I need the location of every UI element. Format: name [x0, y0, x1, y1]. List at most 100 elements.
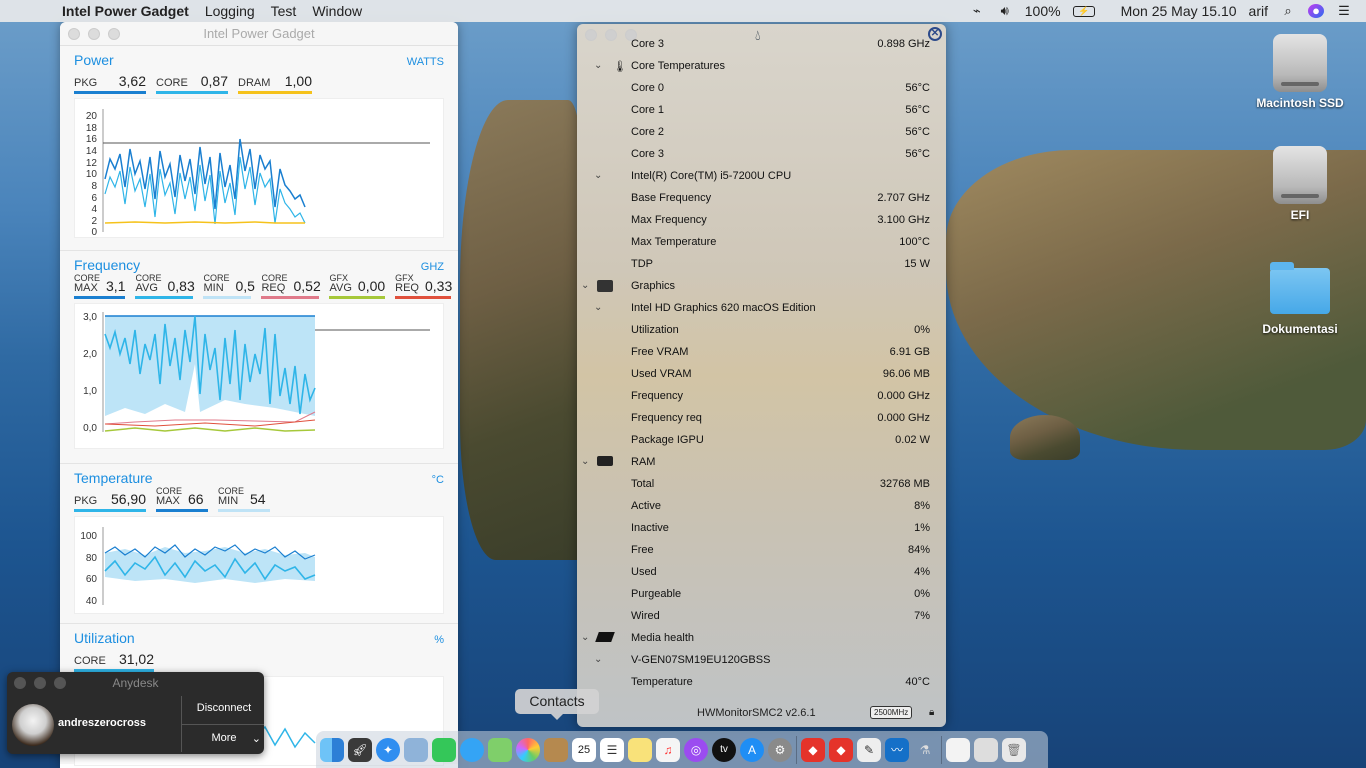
- notification-center-icon[interactable]: ☰: [1336, 4, 1352, 18]
- sensor-subgroup-row[interactable]: ⌄ Intel(R) Core(TM) i5-7200U CPU: [577, 166, 946, 188]
- facetime-icon[interactable]: [432, 737, 456, 762]
- finder-icon[interactable]: [320, 737, 344, 762]
- y-tick: 14: [86, 146, 98, 157]
- sensor-row[interactable]: Frequency req 0.000 GHz: [577, 408, 946, 430]
- clock[interactable]: Mon 25 May 15.10: [1121, 3, 1237, 19]
- minimize-button[interactable]: [88, 28, 100, 40]
- y-tick: 2: [91, 216, 97, 227]
- sensor-row[interactable]: Core 0 56°C: [577, 78, 946, 100]
- sensor-top-row[interactable]: ⌄ RAM: [577, 452, 946, 474]
- close-button[interactable]: [14, 677, 26, 689]
- sensor-row[interactable]: Active 8%: [577, 496, 946, 518]
- metric-label-bottom: MIN: [218, 495, 239, 507]
- disk-icon: [595, 632, 615, 642]
- more-button[interactable]: More ⌄: [187, 732, 261, 745]
- sensor-row[interactable]: Core 3 0.898 GHz: [577, 34, 946, 56]
- activity-monitor-icon[interactable]: ⌁: [969, 4, 985, 18]
- desktop-icon-dokumentasi[interactable]: Dokumentasi: [1250, 262, 1350, 336]
- trash-icon[interactable]: 🗑︎: [1002, 737, 1026, 762]
- battery-percent[interactable]: 100%: [1025, 3, 1061, 19]
- sensor-row[interactable]: Free VRAM 6.91 GB: [577, 342, 946, 364]
- sensor-top-row[interactable]: ⌄ Media health: [577, 628, 946, 650]
- y-tick: 16: [86, 134, 98, 145]
- close-button[interactable]: [68, 28, 80, 40]
- menu-window[interactable]: Window: [304, 3, 370, 19]
- anydesk-alt-icon[interactable]: ◆: [829, 737, 853, 762]
- notes-icon[interactable]: [628, 737, 652, 762]
- script-editor-icon[interactable]: ✎: [857, 737, 881, 762]
- sensor-row[interactable]: TDP 15 W: [577, 254, 946, 276]
- menu-test[interactable]: Test: [263, 3, 305, 19]
- sensor-group-row[interactable]: ⌄ 🌡︎ Core Temperatures: [577, 56, 946, 78]
- volume-icon[interactable]: 🔊︎: [997, 4, 1013, 18]
- sensor-row[interactable]: Temperature 40°C: [577, 672, 946, 694]
- siri-icon[interactable]: ●: [1308, 4, 1324, 18]
- more-label: More: [211, 732, 237, 744]
- metric-label: DRAM: [238, 77, 271, 89]
- sensor-row[interactable]: Base Frequency 2.707 GHz: [577, 188, 946, 210]
- contacts-icon[interactable]: [544, 737, 568, 762]
- photos-icon[interactable]: [516, 737, 540, 762]
- sensor-top-row[interactable]: ⌄ Graphics: [577, 276, 946, 298]
- user-name[interactable]: arif: [1249, 3, 1268, 19]
- reminders-icon[interactable]: ☰: [600, 737, 624, 762]
- sensor-row[interactable]: Core 3 56°C: [577, 144, 946, 166]
- sensor-row[interactable]: Free 84%: [577, 540, 946, 562]
- podcasts-icon[interactable]: ◎: [684, 737, 708, 762]
- sensor-row[interactable]: Max Frequency 3.100 GHz: [577, 210, 946, 232]
- frequency-chart-svg: 3,0 2,0 1,0 0,0: [83, 312, 430, 434]
- tv-icon[interactable]: tv: [712, 737, 736, 762]
- temperature-metrics: PKG 56,90 CORE MAX 66 CORE MIN 54: [74, 486, 444, 512]
- disconnect-button[interactable]: Disconnect: [187, 702, 261, 714]
- intel-power-gadget-icon[interactable]: 〰: [885, 737, 909, 762]
- spotlight-search-icon[interactable]: ⌕: [1280, 4, 1296, 18]
- music-icon[interactable]: ♫: [656, 737, 680, 762]
- desktop-icon-macintosh-ssd[interactable]: Macintosh SSD: [1250, 34, 1350, 110]
- sensor-row[interactable]: Frequency 0.000 GHz: [577, 386, 946, 408]
- messages-icon[interactable]: [460, 737, 484, 762]
- document-icon[interactable]: [946, 737, 970, 762]
- anydesk-window: Anydesk andreszerocross Disconnect More …: [7, 672, 264, 754]
- sensor-row[interactable]: Used 4%: [577, 562, 946, 584]
- frequency-badge[interactable]: 2500MHz: [870, 706, 913, 719]
- sensor-row[interactable]: Core 2 56°C: [577, 122, 946, 144]
- sensor-row[interactable]: Wired 7%: [577, 606, 946, 628]
- menu-logging[interactable]: Logging: [197, 3, 263, 19]
- preview-icon[interactable]: [404, 737, 428, 762]
- thermometer-icon: 🌡︎: [613, 61, 627, 73]
- sensor-row[interactable]: Package IGPU 0.02 W: [577, 430, 946, 452]
- calendar-icon[interactable]: 25: [572, 737, 596, 762]
- app-store-icon[interactable]: A: [740, 737, 764, 762]
- sensor-subgroup-row[interactable]: ⌄ V-GEN07SM19EU120GBSS: [577, 650, 946, 672]
- y-tick: 6: [91, 193, 97, 204]
- temperature-chart-svg: 100 80 60 40: [80, 527, 316, 607]
- screenshot-stack-icon[interactable]: [974, 737, 998, 762]
- hwm-footer: HWMonitorSMC2 v2.6.1 2500MHz 🔒︎: [577, 701, 946, 727]
- launchpad-icon[interactable]: 🚀︎: [348, 737, 372, 762]
- battery-icon[interactable]: ⚡: [1072, 5, 1095, 17]
- menu-app-name[interactable]: Intel Power Gadget: [54, 3, 197, 19]
- y-tick: 8: [91, 181, 97, 192]
- zoom-button[interactable]: [54, 677, 66, 689]
- sensor-row[interactable]: Core 1 56°C: [577, 100, 946, 122]
- sensor-row[interactable]: Used VRAM 96.06 MB: [577, 364, 946, 386]
- maps-icon[interactable]: [488, 737, 512, 762]
- temperature-unit: °C: [431, 474, 444, 486]
- ipg-title-bar: Intel Power Gadget: [60, 22, 458, 46]
- sensor-row[interactable]: Inactive 1%: [577, 518, 946, 540]
- sensor-row[interactable]: Purgeable 0%: [577, 584, 946, 606]
- desktop-icon-efi[interactable]: EFI: [1250, 146, 1350, 222]
- minimize-button[interactable]: [34, 677, 46, 689]
- sensor-subgroup-row[interactable]: ⌄ Intel HD Graphics 620 macOS Edition: [577, 298, 946, 320]
- anydesk-icon[interactable]: ◆: [801, 737, 825, 762]
- zoom-button[interactable]: [108, 28, 120, 40]
- hwmonitor-icon[interactable]: ⚗: [913, 738, 937, 762]
- system-preferences-icon[interactable]: ⚙: [768, 737, 792, 762]
- safari-icon[interactable]: ✦: [376, 737, 400, 762]
- power-unit: WATTS: [406, 56, 444, 68]
- lock-icon[interactable]: 🔒︎: [929, 707, 934, 718]
- sensor-row[interactable]: Total 32768 MB: [577, 474, 946, 496]
- sensor-row[interactable]: Max Temperature 100°C: [577, 232, 946, 254]
- metric-value: 0,52: [293, 278, 321, 294]
- sensor-row[interactable]: Utilization 0%: [577, 320, 946, 342]
